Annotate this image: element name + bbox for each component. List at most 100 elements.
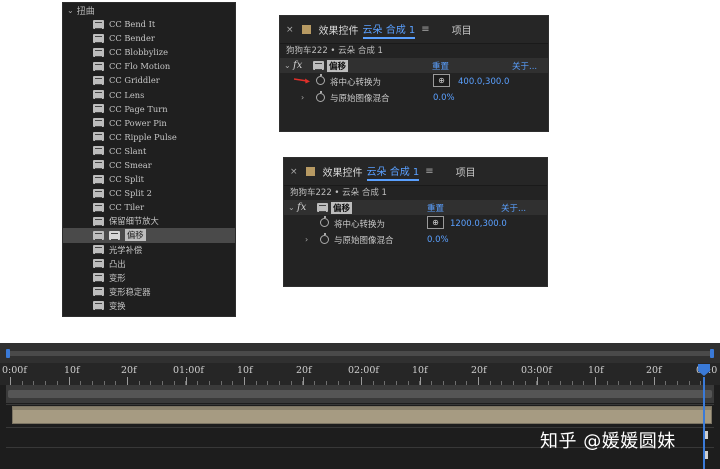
reset-link[interactable]: 重置	[432, 60, 449, 72]
effect-preset-icon	[93, 61, 104, 71]
effect-list-item[interactable]: 保留细节放大	[63, 214, 235, 228]
time-ruler[interactable]: 0:00f 10f 20f 01:00f 10f 20f 02:00f 10f 20f 03:00…	[0, 363, 720, 385]
effect-preset-icon	[93, 75, 104, 85]
effect-list-item-label: CC Lens	[109, 89, 145, 100]
effects-items: CC Bend It CC Bender CC Blobbylize CC Flo M…	[63, 17, 235, 316]
effect-preset-icon	[93, 104, 104, 114]
layer-duration-bar[interactable]	[12, 406, 712, 424]
timeline-navigator	[0, 343, 720, 363]
tab-effect-controls[interactable]: 效果控件	[323, 164, 363, 179]
effect-list-item[interactable]: 凸出	[63, 257, 235, 271]
layer-handle[interactable]	[705, 451, 708, 459]
effect-list-item[interactable]: CC Page Turn	[63, 102, 235, 116]
lock-icon[interactable]	[301, 25, 311, 34]
tab-project[interactable]: 项目	[452, 22, 472, 37]
about-link[interactable]: 关于...	[501, 202, 526, 214]
fx-toggle-icon[interactable]: fx	[293, 60, 302, 71]
effect-list-item[interactable]: CC Ripple Pulse	[63, 130, 235, 144]
ruler-tick-label: 01:00f	[173, 365, 204, 376]
stopwatch-icon[interactable]	[320, 216, 329, 227]
effect-preset-icon	[93, 90, 104, 100]
effect-list-item[interactable]: CC Bend It	[63, 17, 235, 31]
effect-list-item[interactable]: 光学补偿	[63, 243, 235, 257]
work-area-bar[interactable]	[6, 385, 714, 403]
crosshair-target-icon[interactable]: ⊕	[427, 216, 444, 229]
watermark: 知乎 @媛媛圆妹	[540, 431, 676, 452]
effect-header-row[interactable]: ⌄ fx 偏移 重置 关于...	[284, 200, 547, 215]
effect-list-item[interactable]: CC Smear	[63, 158, 235, 172]
effect-list-item[interactable]: CC Power Pin	[63, 116, 235, 130]
effect-preset-icon	[93, 132, 104, 142]
effect-name[interactable]: 偏移	[327, 59, 349, 72]
effect-list-item[interactable]: CC Tiler	[63, 200, 235, 214]
chevron-down-icon[interactable]: ⌄	[67, 6, 74, 15]
effect-list-item[interactable]: CC Split 2	[63, 186, 235, 200]
playhead-icon[interactable]	[697, 363, 711, 377]
effect-list-item[interactable]: CC Bender	[63, 31, 235, 45]
effect-preset-icon	[93, 19, 104, 29]
effect-list-item-label: CC Page Turn	[109, 103, 168, 114]
effect-list-item-label: 变形	[109, 272, 126, 283]
chevron-right-icon[interactable]: ›	[301, 93, 304, 102]
stopwatch-icon[interactable]	[316, 91, 325, 102]
ruler-tick-label: 20f	[471, 365, 487, 376]
property-label-blend: 与原始图像混合	[334, 235, 394, 246]
effect-list-item-label: CC Tiler	[109, 202, 145, 213]
effect-name[interactable]: 偏移	[331, 201, 353, 214]
blend-value[interactable]: 0.0%	[427, 235, 449, 245]
breadcrumb: 狗狗车222 • 云朵 合成 1	[284, 186, 547, 200]
tab-comp-name[interactable]: 云朵 合成 1	[362, 21, 416, 39]
effect-list-item[interactable]: CC Slant	[63, 144, 235, 158]
effect-preset-icon	[93, 202, 104, 212]
center-value[interactable]: 1200.0,300.0	[450, 219, 507, 229]
lock-icon[interactable]	[305, 167, 315, 176]
crosshair-target-icon[interactable]: ⊕	[433, 74, 450, 87]
ruler-tick-major	[537, 377, 538, 385]
group-header-distort[interactable]: ⌄ 扭曲	[63, 3, 235, 17]
effect-preset-icon	[93, 188, 104, 198]
effect-list-item[interactable]: CC Lens	[63, 87, 235, 101]
chevron-right-icon[interactable]: ›	[305, 235, 308, 244]
panel-menu-icon[interactable]: ≡	[425, 166, 433, 177]
stopwatch-icon[interactable]	[316, 74, 325, 85]
effect-list-item[interactable]: 变形	[63, 271, 235, 285]
effect-header-row[interactable]: ⌄ fx 偏移 重置 关于...	[280, 58, 548, 73]
panel-menu-icon[interactable]: ≡	[421, 24, 429, 35]
effect-list-item-label: 变换	[109, 300, 126, 311]
effect-list-item[interactable]: 偏移	[63, 228, 235, 243]
effect-list-item[interactable]: CC Split	[63, 172, 235, 186]
tab-comp-name[interactable]: 云朵 合成 1	[366, 163, 420, 181]
effect-list-item[interactable]: CC Griddler	[63, 73, 235, 87]
playhead-line[interactable]	[703, 377, 705, 469]
ruler-tick-major	[420, 377, 421, 385]
ruler-tick-major	[361, 377, 362, 385]
effect-list-item[interactable]: CC Flo Motion	[63, 59, 235, 73]
stopwatch-icon[interactable]	[320, 233, 329, 244]
ruler-tick-label: 03:00f	[521, 365, 552, 376]
center-value[interactable]: 400.0,300.0	[458, 77, 509, 87]
effect-list-item[interactable]: CC Blobbylize	[63, 45, 235, 59]
ruler-tick-label: 02:00f	[348, 365, 379, 376]
effect-list-item[interactable]: ...	[63, 313, 235, 316]
effect-preset-icon	[93, 118, 104, 128]
about-link[interactable]: 关于...	[512, 60, 537, 72]
close-icon[interactable]: ×	[286, 25, 294, 35]
reset-link[interactable]: 重置	[427, 202, 444, 214]
chevron-down-icon[interactable]: ⌄	[284, 61, 291, 70]
effect-list-item[interactable]: 变换	[63, 299, 235, 313]
chevron-down-icon[interactable]: ⌄	[288, 203, 295, 212]
time-navigator-bar[interactable]	[6, 349, 714, 358]
layer-handle[interactable]	[705, 431, 708, 439]
effect-list-item[interactable]: 变形稳定器	[63, 285, 235, 299]
blend-value[interactable]: 0.0%	[433, 93, 455, 103]
tab-project[interactable]: 项目	[456, 164, 476, 179]
effect-list-item-label: 偏移	[125, 229, 146, 242]
close-icon[interactable]: ×	[290, 167, 298, 177]
effect-preset-icon	[93, 174, 104, 184]
effect-preset-icon	[93, 273, 104, 283]
effect-list-item-label: 保留细节放大	[109, 216, 159, 227]
ruler-tick-major	[595, 377, 596, 385]
fx-toggle-icon[interactable]: fx	[297, 202, 306, 213]
tab-effect-controls[interactable]: 效果控件	[319, 22, 359, 37]
effect-preset-icon	[93, 146, 104, 156]
